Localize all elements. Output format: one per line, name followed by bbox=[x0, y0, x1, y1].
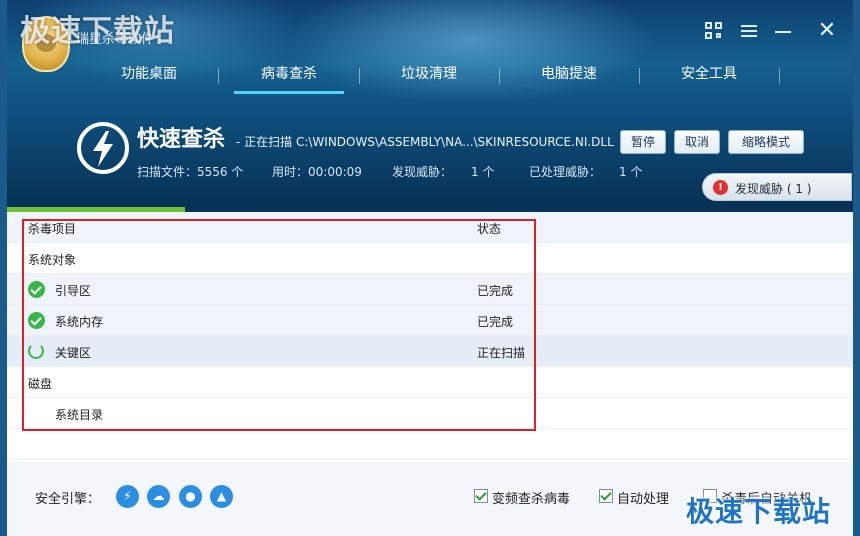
nav-divider bbox=[218, 68, 219, 84]
watermark-bottom: 极速下载站 bbox=[686, 495, 832, 528]
threats-found-label: 发现威胁： bbox=[392, 165, 453, 179]
threats-found-value: 1 个 bbox=[471, 165, 495, 179]
scan-mode-title: 快速查杀 bbox=[137, 127, 226, 152]
close-icon[interactable]: ✕ bbox=[816, 20, 838, 42]
tab-security-tools[interactable]: 安全工具 bbox=[640, 58, 778, 94]
cloud-engine-icon[interactable]: ☁ bbox=[147, 485, 170, 508]
threats-handled-label: 已处理威胁： bbox=[529, 165, 602, 179]
app-window: 瑞星杀毒软件 ✕ 功能桌面 病毒查杀 垃圾清理 电脑提速 安全工具 快速查杀 -… bbox=[0, 0, 860, 536]
user-engine-icon[interactable]: ● bbox=[179, 485, 202, 508]
red-highlight-frame bbox=[22, 219, 536, 431]
engine-label: 安全引擎： bbox=[35, 492, 101, 507]
nav-divider bbox=[779, 68, 780, 84]
minimize-icon[interactable] bbox=[772, 20, 794, 42]
menu-icon[interactable] bbox=[738, 20, 760, 42]
scanned-files-count: 扫描文件：5556 个 bbox=[137, 165, 244, 179]
auto-handle-label: 自动处理 bbox=[617, 492, 670, 507]
cancel-button[interactable]: 取消 bbox=[674, 130, 720, 154]
threat-found-badge[interactable]: ! 发现威胁 ( 1 ) bbox=[702, 173, 852, 201]
triangle-engine-icon[interactable]: ▲ bbox=[210, 485, 233, 508]
tab-virus-scan[interactable]: 病毒查杀 bbox=[220, 58, 358, 94]
adaptive-scan-checkbox[interactable] bbox=[474, 489, 488, 503]
qr-code-icon[interactable] bbox=[703, 20, 725, 42]
scan-current-file: - 正在扫描 C:\WINDOWS\ASSEMBLY\NA...\SKINRES… bbox=[236, 135, 614, 149]
main-nav: 功能桌面 病毒查杀 垃圾清理 电脑提速 安全工具 bbox=[80, 58, 790, 94]
alert-icon: ! bbox=[713, 180, 728, 195]
auto-handle-checkbox[interactable] bbox=[599, 489, 613, 503]
tab-desktop[interactable]: 功能桌面 bbox=[80, 58, 218, 94]
watermark-top: 极速下载站 bbox=[20, 14, 175, 49]
lightning-scan-icon bbox=[77, 122, 129, 174]
compact-mode-button[interactable]: 缩略模式 bbox=[728, 130, 804, 154]
tab-junk-clean[interactable]: 垃圾清理 bbox=[360, 58, 498, 94]
tab-speedup[interactable]: 电脑提速 bbox=[500, 58, 638, 94]
threats-handled-value: 1 个 bbox=[619, 165, 643, 179]
list-empty-row bbox=[7, 429, 853, 460]
lightning-engine-icon[interactable]: ⚡ bbox=[116, 485, 139, 508]
threat-found-text: 发现威胁 ( 1 ) bbox=[735, 182, 812, 196]
elapsed-time: 用时：00:00:09 bbox=[272, 165, 362, 179]
pause-button[interactable]: 暂停 bbox=[620, 130, 666, 154]
adaptive-scan-label: 变频查杀病毒 bbox=[492, 492, 571, 507]
